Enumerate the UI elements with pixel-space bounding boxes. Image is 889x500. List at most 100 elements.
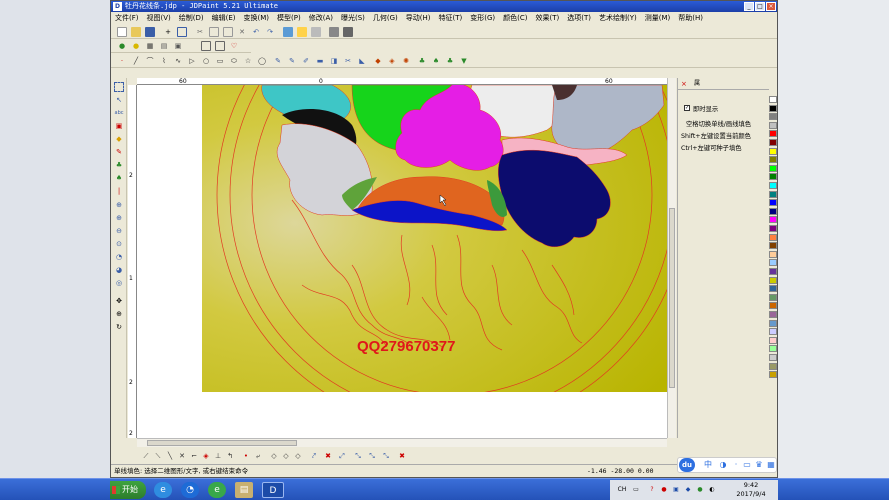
color-swatch[interactable]: [769, 96, 777, 103]
tray-keyboard-icon[interactable]: ▭: [632, 486, 640, 494]
diamond-a-icon[interactable]: ◇: [269, 451, 279, 461]
ime-punct-icon[interactable]: ·: [731, 458, 741, 472]
ime-moon-icon[interactable]: ◑: [718, 458, 728, 472]
bucket-fill-icon[interactable]: ◆: [114, 134, 124, 144]
color-swatch[interactable]: [769, 276, 777, 284]
cut-icon[interactable]: ✂: [195, 27, 205, 37]
knife-icon[interactable]: ◣: [357, 56, 367, 66]
menu-modify[interactable]: 修改(A): [305, 12, 337, 25]
lightbulb-on-icon[interactable]: ●: [131, 41, 141, 51]
ring-icon[interactable]: ◯: [257, 56, 267, 66]
edit-node-icon[interactable]: ⤤: [309, 451, 319, 461]
folder-icon[interactable]: ▤: [235, 482, 253, 498]
realtime-checkbox[interactable]: ✓: [684, 105, 690, 111]
color-swatch[interactable]: [769, 173, 777, 181]
color-swatch[interactable]: [769, 328, 777, 336]
close-button[interactable]: ×: [766, 2, 776, 11]
color-swatch[interactable]: [769, 225, 777, 232]
rotate-view-icon[interactable]: ↻: [114, 322, 124, 332]
menu-edit[interactable]: 编辑(E): [208, 12, 240, 25]
diamond-icon[interactable]: ◈: [387, 56, 397, 66]
stamp-icon[interactable]: ♠: [114, 173, 124, 183]
rectangle-icon[interactable]: ▭: [215, 56, 225, 66]
crosshair-icon[interactable]: +: [163, 27, 173, 37]
color-swatch[interactable]: [769, 268, 777, 275]
peony-drawing[interactable]: QQ279670377: [202, 85, 667, 392]
route-c-icon[interactable]: ⤡: [381, 451, 391, 461]
paste-icon[interactable]: [223, 27, 233, 37]
delete-icon[interactable]: ✕: [237, 27, 247, 37]
undo-icon[interactable]: ↶: [251, 27, 261, 37]
ime-toolbar[interactable]: du 中 ◑ · ▭ ♛ ▦: [677, 457, 777, 473]
point-icon[interactable]: ·: [117, 56, 127, 66]
perpendicular-icon[interactable]: ⊥: [213, 451, 223, 461]
ime-mode[interactable]: 中: [703, 458, 713, 472]
clock[interactable]: 9:42 2017/9/4: [728, 481, 774, 499]
move-node-icon[interactable]: ✖: [323, 451, 333, 461]
color-swatch[interactable]: [769, 233, 777, 241]
pages-icon[interactable]: [215, 41, 225, 51]
menu-guide[interactable]: 导动(H): [402, 12, 435, 25]
tray-volume-icon[interactable]: ◐: [708, 486, 716, 494]
line-icon[interactable]: ╱: [131, 56, 141, 66]
stack-icon[interactable]: ♠: [431, 56, 441, 66]
menu-effect[interactable]: 效果(T): [532, 12, 564, 25]
snap-icon[interactable]: ⤶: [253, 451, 263, 461]
funnel-icon[interactable]: ▼: [459, 56, 469, 66]
pan-icon[interactable]: ✥: [114, 296, 124, 306]
brush-icon[interactable]: ✎: [273, 56, 283, 66]
language-indicator[interactable]: CH: [616, 486, 628, 494]
color-swatch[interactable]: [769, 345, 777, 353]
color-swatch[interactable]: [769, 362, 777, 370]
start-button[interactable]: 开始: [110, 481, 146, 499]
color-swatch[interactable]: [769, 311, 777, 318]
horizontal-scrollbar-thumb[interactable]: [147, 440, 297, 446]
color-swatch[interactable]: [769, 336, 777, 344]
menu-deform[interactable]: 变形(G): [466, 12, 499, 25]
tray-antivirus-icon[interactable]: ●: [696, 486, 704, 494]
color-swatch[interactable]: [769, 113, 777, 121]
cross-icon[interactable]: ✕: [177, 451, 187, 461]
ellipse-icon[interactable]: ⬭: [229, 56, 239, 66]
green-browser-icon[interactable]: e: [208, 482, 226, 498]
fillet-icon[interactable]: ⌐: [189, 451, 199, 461]
redo-icon[interactable]: ↷: [265, 27, 275, 37]
route-icon[interactable]: ⤡: [353, 451, 363, 461]
curve-icon[interactable]: ∿: [173, 56, 183, 66]
ime-keyboard-icon[interactable]: ▭: [742, 458, 752, 472]
color-swatch[interactable]: [769, 139, 777, 146]
extend-icon[interactable]: ⟍: [153, 451, 163, 461]
drawing-canvas[interactable]: QQ279670377: [137, 85, 667, 438]
magnifier-icon[interactable]: ⊕: [114, 309, 124, 319]
menu-color[interactable]: 颜色(C): [499, 12, 531, 25]
save-icon[interactable]: [145, 27, 155, 37]
layer-icon[interactable]: [283, 27, 293, 37]
page-icon[interactable]: [201, 41, 211, 51]
lightbulb-icon[interactable]: [297, 27, 307, 37]
copy-icon[interactable]: [209, 27, 219, 37]
menu-transform[interactable]: 变换(M): [240, 12, 274, 25]
diamond-b-icon[interactable]: ◇: [281, 451, 291, 461]
open-folder-icon[interactable]: [131, 27, 141, 37]
menu-file[interactable]: 文件(F): [111, 12, 143, 25]
grid-dots-icon[interactable]: ▦: [145, 41, 155, 51]
color-swatch[interactable]: [769, 164, 777, 172]
pen-icon[interactable]: ✐: [301, 56, 311, 66]
display-icon[interactable]: ▣: [173, 41, 183, 51]
frame-icon[interactable]: ▣: [114, 121, 124, 131]
color-swatch[interactable]: [769, 104, 777, 112]
menu-feature[interactable]: 特征(T): [435, 12, 467, 25]
tree-icon[interactable]: ♣: [417, 56, 427, 66]
menu-exposure[interactable]: 曝光(S): [337, 12, 369, 25]
pencil-icon[interactable]: ✎: [114, 147, 124, 157]
color-swatch[interactable]: [769, 354, 777, 361]
title-bar[interactable]: D 牡丹花线条.jdp - JDPaint 5.21 Ultimate _ □ …: [111, 1, 777, 12]
route-b-icon[interactable]: ⤡: [367, 451, 377, 461]
zoom-all-icon[interactable]: ◕: [114, 265, 124, 275]
tray-warning-icon[interactable]: ●: [660, 486, 668, 494]
tray-help-icon[interactable]: ?: [648, 486, 656, 494]
zoom-fit-icon[interactable]: ⊙: [114, 239, 124, 249]
break-icon[interactable]: ╲: [165, 451, 175, 461]
join-icon[interactable]: ↰: [225, 451, 235, 461]
jdpaint-task-icon[interactable]: D: [262, 482, 284, 498]
